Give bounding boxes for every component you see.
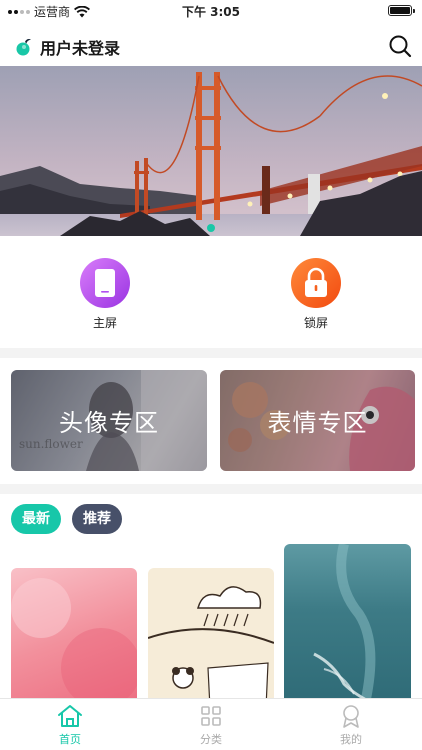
tab-home[interactable]: 首页 <box>30 703 110 747</box>
section-divider <box>0 348 422 358</box>
tab-profile[interactable]: 我的 <box>311 703 391 747</box>
wallpaper-image <box>11 578 137 708</box>
emoji-zone-card[interactable]: 表情专区 <box>220 370 415 471</box>
home-screen-label: 主屏 <box>92 316 117 330</box>
section-divider <box>0 484 422 494</box>
wallpaper-image <box>148 586 274 708</box>
tab-profile-label: 我的 <box>340 733 362 746</box>
banner-image <box>0 66 422 236</box>
padlock-icon <box>305 267 327 297</box>
tag-latest[interactable]: 最新 <box>11 504 61 534</box>
home-icon <box>58 705 82 727</box>
search-icon[interactable] <box>388 34 412 58</box>
home-screen-shortcut[interactable]: 主屏 <box>70 258 140 331</box>
category-grid-icon <box>201 706 221 726</box>
bottom-tab-bar: 首页 分类 我的 <box>0 698 422 750</box>
wallpaper-card[interactable] <box>284 544 411 708</box>
wallpaper-image <box>313 544 376 708</box>
tab-home-label: 首页 <box>59 733 81 746</box>
profile-icon <box>343 705 359 728</box>
lock-screen-label: 锁屏 <box>303 316 328 330</box>
banner-carousel[interactable] <box>0 66 422 236</box>
emoji-zone-label: 表情专区 <box>267 409 368 437</box>
tag-recommended[interactable]: 推荐 <box>72 504 122 534</box>
avatar-zone-card[interactable]: sun.flower 头像专区 <box>11 370 207 471</box>
wallpaper-card[interactable] <box>11 568 137 708</box>
app-logo-icon <box>16 39 31 56</box>
wallpaper-card[interactable] <box>148 568 274 708</box>
tab-category-label: 分类 <box>200 733 222 746</box>
app-header: 用户未登录 <box>0 24 422 66</box>
tab-category[interactable]: 分类 <box>171 703 251 747</box>
carousel-indicator[interactable] <box>207 224 215 232</box>
lock-screen-shortcut[interactable]: 锁屏 <box>281 258 351 331</box>
phone-screen-icon <box>95 269 115 297</box>
lock-screen-circle <box>291 258 341 308</box>
battery-icon <box>388 5 415 16</box>
avatar-zone-label: 头像专区 <box>59 409 159 437</box>
status-bar: 运营商 下午 3:05 <box>0 0 422 22</box>
shortcut-section: 主屏 锁屏 <box>0 238 422 348</box>
status-time: 下午 3:05 <box>181 5 241 19</box>
home-screen-circle <box>80 258 130 308</box>
login-status-title[interactable]: 用户未登录 <box>40 35 120 59</box>
